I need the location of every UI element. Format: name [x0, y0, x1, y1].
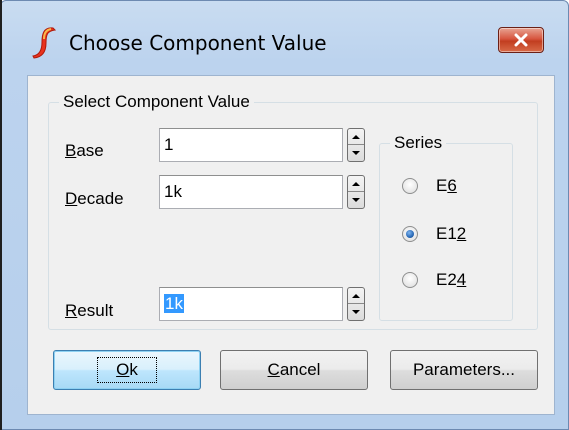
- window-title: Choose Component Value: [69, 31, 327, 55]
- radio-label-e6: E6: [436, 176, 457, 195]
- spin-down-icon[interactable]: [348, 304, 364, 320]
- ok-button[interactable]: Ok: [53, 350, 201, 390]
- result-selected-text: 1k: [164, 294, 184, 313]
- spin-up-icon[interactable]: [348, 176, 364, 192]
- decade-label: Decade: [65, 189, 124, 208]
- dialog-window: Choose Component Value Select Component …: [0, 0, 569, 430]
- dialog-client-area: Select Component Value Base 1 Decade 1k …: [27, 75, 555, 415]
- result-input[interactable]: 1k: [159, 287, 343, 321]
- series-title: Series: [390, 133, 447, 153]
- base-spinner[interactable]: [347, 128, 365, 162]
- decade-spinner[interactable]: [347, 175, 365, 209]
- spin-down-icon[interactable]: [348, 192, 364, 208]
- result-label: Result: [65, 301, 114, 320]
- close-icon: [514, 33, 528, 47]
- title-bar[interactable]: Choose Component Value: [1, 1, 569, 71]
- cancel-button[interactable]: Cancel: [220, 350, 368, 390]
- base-input[interactable]: 1: [159, 128, 343, 162]
- select-value-group: Select Component Value Base 1 Decade 1k …: [48, 92, 538, 330]
- cancel-button-label: Cancel: [267, 360, 321, 379]
- radio-button[interactable]: [402, 178, 418, 194]
- radio-button[interactable]: [402, 272, 418, 288]
- left-edge-border: [0, 0, 2, 430]
- spin-up-icon[interactable]: [348, 288, 364, 304]
- radio-e24[interactable]: E24: [402, 270, 466, 290]
- parameters-button[interactable]: Parameters...: [390, 350, 538, 390]
- radio-e12[interactable]: E12: [402, 224, 466, 244]
- result-spinner[interactable]: [347, 287, 365, 321]
- decade-input[interactable]: 1k: [159, 175, 343, 209]
- radio-label-e12: E12: [436, 224, 467, 243]
- base-label: Base: [65, 141, 104, 160]
- radio-e6[interactable]: E6: [402, 176, 457, 196]
- close-button[interactable]: [498, 27, 544, 53]
- parameters-button-label: Parameters...: [412, 360, 516, 379]
- ok-button-label: Ok: [97, 357, 157, 383]
- spin-up-icon[interactable]: [348, 129, 364, 145]
- radio-button-checked[interactable]: [402, 226, 418, 242]
- group-title: Select Component Value: [59, 92, 254, 112]
- app-logo-icon: [32, 27, 57, 59]
- series-group: Series E6 E12 E24: [379, 133, 513, 321]
- spin-down-icon[interactable]: [348, 145, 364, 161]
- radio-label-e24: E24: [436, 270, 467, 289]
